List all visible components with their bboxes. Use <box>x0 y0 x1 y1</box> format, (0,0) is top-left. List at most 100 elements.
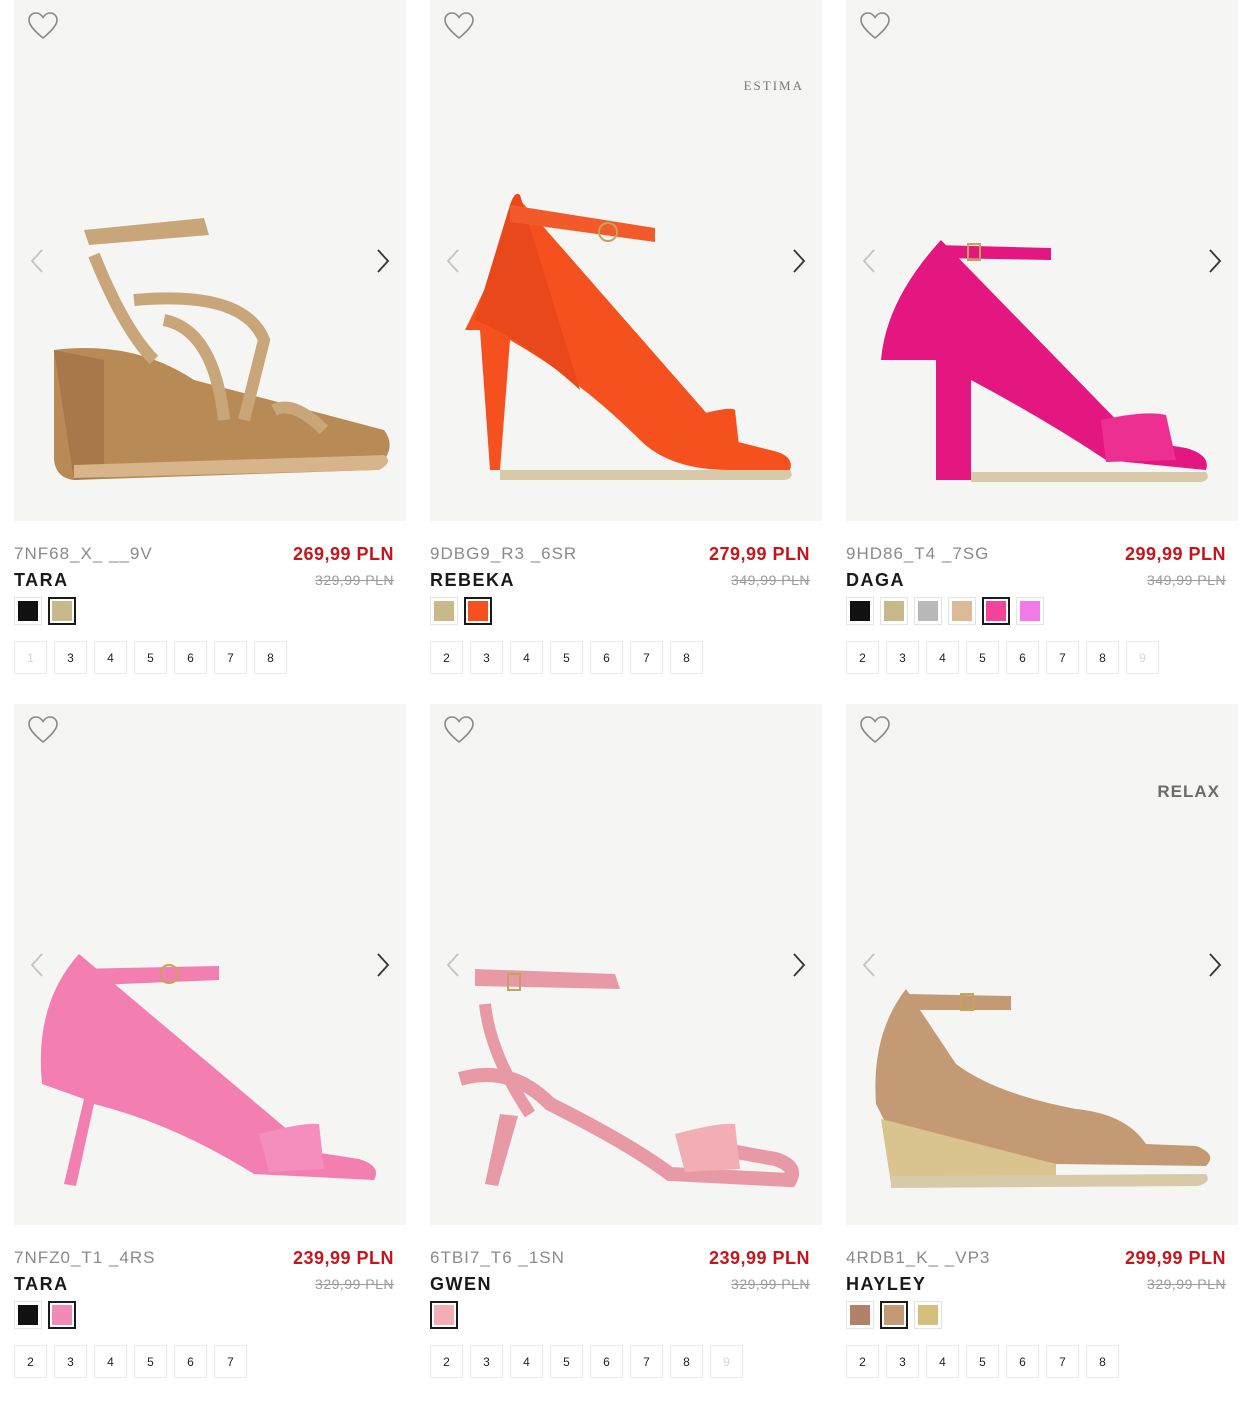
product-image-area[interactable]: RELAX <box>846 704 1238 1225</box>
size-option[interactable]: 8 <box>254 641 287 674</box>
product-image[interactable] <box>430 704 822 1225</box>
product-card-4[interactable]: 7NFZ0_T1 _4RS TARA 239,99 PLN 329,99 PLN… <box>14 704 406 1378</box>
size-option[interactable]: 5 <box>134 641 167 674</box>
product-card-1[interactable]: 7NF68_X_ __9V TARA 269,99 PLN 329,99 PLN… <box>14 0 406 674</box>
size-option[interactable]: 5 <box>966 641 999 674</box>
product-image[interactable] <box>14 0 406 521</box>
chevron-left-icon[interactable] <box>860 952 878 978</box>
chevron-right-icon[interactable] <box>1206 248 1224 274</box>
chevron-right-icon[interactable] <box>790 248 808 274</box>
size-option[interactable]: 2 <box>846 641 879 674</box>
color-swatch[interactable] <box>14 1301 42 1329</box>
chevron-left-icon[interactable] <box>444 248 462 274</box>
product-image[interactable] <box>846 0 1238 521</box>
size-option[interactable]: 6 <box>174 641 207 674</box>
color-swatch[interactable] <box>948 597 976 625</box>
size-option[interactable]: 8 <box>670 641 703 674</box>
color-swatch[interactable] <box>982 597 1010 625</box>
size-option[interactable]: 2 <box>430 1345 463 1378</box>
color-swatch[interactable] <box>880 597 908 625</box>
size-option[interactable]: 9 <box>1126 641 1159 674</box>
size-option[interactable]: 8 <box>670 1345 703 1378</box>
size-option[interactable]: 5 <box>134 1345 167 1378</box>
size-option[interactable]: 5 <box>966 1345 999 1378</box>
color-swatch[interactable] <box>846 1301 874 1329</box>
product-name[interactable]: REBEKA <box>430 570 515 591</box>
color-swatch[interactable] <box>914 1301 942 1329</box>
color-swatch[interactable] <box>880 1301 908 1329</box>
chevron-left-icon[interactable] <box>860 248 878 274</box>
size-option[interactable]: 9 <box>710 1345 743 1378</box>
size-option[interactable]: 3 <box>470 641 503 674</box>
color-swatch[interactable] <box>14 597 42 625</box>
color-swatch[interactable] <box>48 1301 76 1329</box>
heart-icon[interactable] <box>444 12 474 40</box>
size-option[interactable]: 7 <box>630 641 663 674</box>
color-swatch[interactable] <box>430 1301 458 1329</box>
heart-icon[interactable] <box>28 12 58 40</box>
size-option[interactable]: 3 <box>886 641 919 674</box>
size-option[interactable]: 2 <box>430 641 463 674</box>
product-image[interactable] <box>14 704 406 1225</box>
product-card-6[interactable]: RELAX 4RDB1_K_ _VP3 HAYLEY 299,99 PLN 32… <box>846 704 1238 1378</box>
chevron-left-icon[interactable] <box>444 952 462 978</box>
color-swatch[interactable] <box>48 597 76 625</box>
size-option[interactable]: 6 <box>590 1345 623 1378</box>
size-option[interactable]: 3 <box>54 1345 87 1378</box>
size-option[interactable]: 2 <box>846 1345 879 1378</box>
size-option[interactable]: 4 <box>926 641 959 674</box>
chevron-right-icon[interactable] <box>1206 952 1224 978</box>
product-card-3[interactable]: 9HD86_T4 _7SG DAGA 299,99 PLN 349,99 PLN… <box>846 0 1238 674</box>
heart-icon[interactable] <box>860 716 890 744</box>
product-name[interactable]: TARA <box>14 570 69 591</box>
product-name[interactable]: GWEN <box>430 1274 492 1295</box>
product-image-area[interactable] <box>14 704 406 1225</box>
size-option[interactable]: 8 <box>1086 641 1119 674</box>
size-option[interactable]: 3 <box>54 641 87 674</box>
color-swatch[interactable] <box>914 597 942 625</box>
chevron-left-icon[interactable] <box>28 952 46 978</box>
product-name[interactable]: DAGA <box>846 570 905 591</box>
size-option[interactable]: 2 <box>14 1345 47 1378</box>
chevron-left-icon[interactable] <box>28 248 46 274</box>
heart-icon[interactable] <box>860 12 890 40</box>
size-option[interactable]: 6 <box>1006 1345 1039 1378</box>
heart-icon[interactable] <box>28 716 58 744</box>
product-image-area[interactable] <box>14 0 406 521</box>
size-option[interactable]: 6 <box>590 641 623 674</box>
size-option[interactable]: 5 <box>550 641 583 674</box>
size-option[interactable]: 7 <box>214 1345 247 1378</box>
size-option[interactable]: 7 <box>214 641 247 674</box>
product-card-2[interactable]: ESTIMA 9DBG9_R3 _6SR REBEKA 279,99 PLN 3… <box>430 0 822 674</box>
product-name[interactable]: HAYLEY <box>846 1274 926 1295</box>
size-option[interactable]: 4 <box>510 1345 543 1378</box>
size-option[interactable]: 4 <box>510 641 543 674</box>
size-option[interactable]: 3 <box>886 1345 919 1378</box>
product-image-area[interactable]: ESTIMA <box>430 0 822 521</box>
chevron-right-icon[interactable] <box>790 952 808 978</box>
size-option[interactable]: 6 <box>174 1345 207 1378</box>
size-option[interactable]: 5 <box>550 1345 583 1378</box>
heart-icon[interactable] <box>444 716 474 744</box>
chevron-right-icon[interactable] <box>374 248 392 274</box>
chevron-right-icon[interactable] <box>374 952 392 978</box>
product-name[interactable]: TARA <box>14 1274 69 1295</box>
size-option[interactable]: 4 <box>94 1345 127 1378</box>
size-option[interactable]: 7 <box>1046 641 1079 674</box>
color-swatch[interactable] <box>464 597 492 625</box>
size-option[interactable]: 8 <box>1086 1345 1119 1378</box>
size-option[interactable]: 3 <box>470 1345 503 1378</box>
size-option[interactable]: 1 <box>14 641 47 674</box>
product-card-5[interactable]: 6TBI7_T6 _1SN GWEN 239,99 PLN 329,99 PLN… <box>430 704 822 1378</box>
size-option[interactable]: 4 <box>94 641 127 674</box>
size-option[interactable]: 7 <box>1046 1345 1079 1378</box>
size-option[interactable]: 7 <box>630 1345 663 1378</box>
color-swatches <box>430 1301 458 1329</box>
color-swatch[interactable] <box>846 597 874 625</box>
size-option[interactable]: 6 <box>1006 641 1039 674</box>
color-swatch[interactable] <box>1016 597 1044 625</box>
color-swatch[interactable] <box>430 597 458 625</box>
product-image-area[interactable] <box>846 0 1238 521</box>
product-image-area[interactable] <box>430 704 822 1225</box>
size-option[interactable]: 4 <box>926 1345 959 1378</box>
